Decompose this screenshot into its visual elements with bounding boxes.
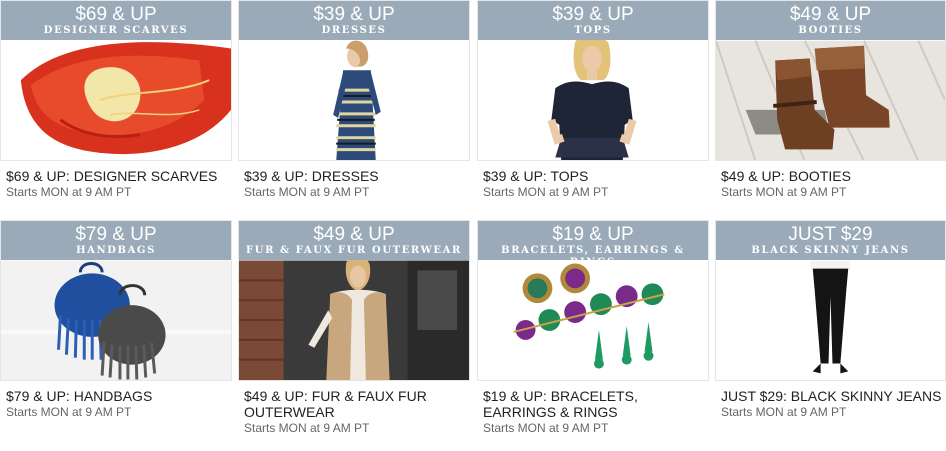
product-photo-scarf[interactable] — [1, 40, 231, 160]
event-caption: $39 & UP: DRESSES Starts MON at 9 AM PT — [238, 161, 470, 199]
event-banner: $49 & UP BOOTIES — [716, 1, 945, 40]
banner-price: $49 & UP — [789, 4, 872, 25]
event-title[interactable]: $39 & UP: DRESSES — [244, 168, 470, 184]
banner-price: $79 & UP — [75, 224, 157, 245]
banner-category: FUR & FAUX FUR OUTERWEAR — [246, 245, 462, 256]
top-model-illustration — [478, 40, 708, 160]
product-photo-booties[interactable] — [716, 40, 945, 160]
banner-price: $49 & UP — [313, 224, 395, 245]
event-caption: JUST $29: BLACK SKINNY JEANS Starts MON … — [715, 381, 946, 419]
event-start-time: Starts MON at 9 AM PT — [483, 185, 609, 199]
event-card-dresses[interactable]: $39 & UP DRESSES $39 & UP: DRESSES Start… — [238, 0, 470, 199]
event-start-time: Starts MON at 9 AM PT — [244, 421, 370, 435]
event-title[interactable]: JUST $29: BLACK SKINNY JEANS — [721, 388, 946, 404]
banner-category: DESIGNER SCARVES — [43, 25, 189, 36]
event-title[interactable]: $49 & UP: BOOTIES — [721, 168, 946, 184]
event-image-frame[interactable]: $49 & UP FUR & FAUX FUR OUTERWEAR — [238, 220, 470, 381]
event-start-time: Starts MON at 9 AM PT — [483, 421, 609, 435]
event-start-time: Starts MON at 9 AM PT — [6, 405, 132, 419]
event-caption: $49 & UP: BOOTIES Starts MON at 9 AM PT — [715, 161, 946, 199]
product-photo-jewelry[interactable] — [478, 260, 708, 380]
banner-category: BLACK SKINNY JEANS — [751, 245, 910, 256]
event-card-jewelry[interactable]: $19 & UP BRACELETS, EARRINGS & RINGS — [477, 220, 709, 435]
banner-category: TOPS — [574, 25, 612, 36]
event-caption: $39 & UP: TOPS Starts MON at 9 AM PT — [477, 161, 709, 199]
banner-category: DRESSES — [321, 25, 387, 36]
event-start-time: Starts MON at 9 AM PT — [244, 185, 370, 199]
event-image-frame[interactable]: $49 & UP BOOTIES — [715, 0, 946, 161]
banner-price: $39 & UP — [313, 4, 395, 25]
event-caption: $79 & UP: HANDBAGS Starts MON at 9 AM PT — [0, 381, 232, 419]
fur-vest-illustration — [239, 260, 469, 380]
event-image-frame[interactable]: JUST $29 BLACK SKINNY JEANS — [715, 220, 946, 381]
scarf-illustration — [1, 40, 231, 160]
event-caption: $19 & UP: BRACELETS, EARRINGS & RINGS St… — [477, 381, 709, 435]
banner-category: HANDBAGS — [76, 245, 156, 256]
event-card-black-skinny-jeans[interactable]: JUST $29 BLACK SKINNY JEANS JUST $29: BL… — [715, 220, 946, 419]
event-card-tops[interactable]: $39 & UP TOPS $39 & UP: TOPS Starts MON … — [477, 0, 709, 199]
product-photo-dress[interactable] — [239, 40, 469, 160]
event-title[interactable]: $19 & UP: BRACELETS, EARRINGS & RINGS — [483, 388, 709, 420]
event-banner: $79 & UP HANDBAGS — [1, 221, 231, 260]
product-photo-top[interactable] — [478, 40, 708, 160]
event-grid: $69 & UP DESIGNER SCARVES $69 & UP: DESI… — [0, 0, 946, 451]
event-image-frame[interactable]: $79 & UP HANDBAGS — [0, 220, 232, 381]
banner-price: $19 & UP — [552, 224, 634, 245]
event-title[interactable]: $69 & UP: DESIGNER SCARVES — [6, 168, 232, 184]
event-image-frame[interactable]: $69 & UP DESIGNER SCARVES — [0, 0, 232, 161]
dress-model-illustration — [239, 40, 469, 160]
event-title[interactable]: $79 & UP: HANDBAGS — [6, 388, 232, 404]
jewelry-illustration — [478, 260, 708, 380]
event-title[interactable]: $39 & UP: TOPS — [483, 168, 709, 184]
banner-price: $69 & UP — [75, 4, 157, 25]
event-banner: $19 & UP BRACELETS, EARRINGS & RINGS — [478, 221, 708, 268]
handbags-illustration — [1, 260, 231, 380]
event-start-time: Starts MON at 9 AM PT — [721, 405, 847, 419]
event-banner: $49 & UP FUR & FAUX FUR OUTERWEAR — [239, 221, 469, 260]
event-image-frame[interactable]: $39 & UP TOPS — [477, 0, 709, 161]
banner-price: $39 & UP — [552, 4, 634, 25]
event-banner: $69 & UP DESIGNER SCARVES — [1, 1, 231, 40]
event-card-fur-outerwear[interactable]: $49 & UP FUR & FAUX FUR OUTERWEAR $49 & … — [238, 220, 470, 435]
booties-illustration — [716, 40, 945, 160]
banner-category: BOOTIES — [798, 25, 863, 36]
product-photo-handbags[interactable] — [1, 260, 231, 380]
event-banner: $39 & UP TOPS — [478, 1, 708, 40]
event-card-designer-scarves[interactable]: $69 & UP DESIGNER SCARVES $69 & UP: DESI… — [0, 0, 232, 199]
event-banner: $39 & UP DRESSES — [239, 1, 469, 40]
event-card-handbags[interactable]: $79 & UP HANDBAGS $79 & UP: HANDBAGS Sta… — [0, 220, 232, 419]
event-start-time: Starts MON at 9 AM PT — [6, 185, 132, 199]
event-card-booties[interactable]: $49 & UP BOOTIES $49 & UP: BOOTIES Start… — [715, 0, 946, 199]
product-photo-fur-vest[interactable] — [239, 260, 469, 380]
event-start-time: Starts MON at 9 AM PT — [721, 185, 847, 199]
product-photo-jeans[interactable] — [716, 260, 945, 380]
event-caption: $49 & UP: FUR & FAUX FUR OUTERWEAR Start… — [238, 381, 470, 435]
event-image-frame[interactable]: $39 & UP DRESSES — [238, 0, 470, 161]
banner-price: JUST $29 — [788, 224, 873, 245]
event-caption: $69 & UP: DESIGNER SCARVES Starts MON at… — [0, 161, 232, 199]
jeans-illustration — [716, 260, 945, 380]
event-banner: JUST $29 BLACK SKINNY JEANS — [716, 221, 945, 260]
event-image-frame[interactable]: $19 & UP BRACELETS, EARRINGS & RINGS — [477, 220, 709, 381]
event-title[interactable]: $49 & UP: FUR & FAUX FUR OUTERWEAR — [244, 388, 470, 420]
